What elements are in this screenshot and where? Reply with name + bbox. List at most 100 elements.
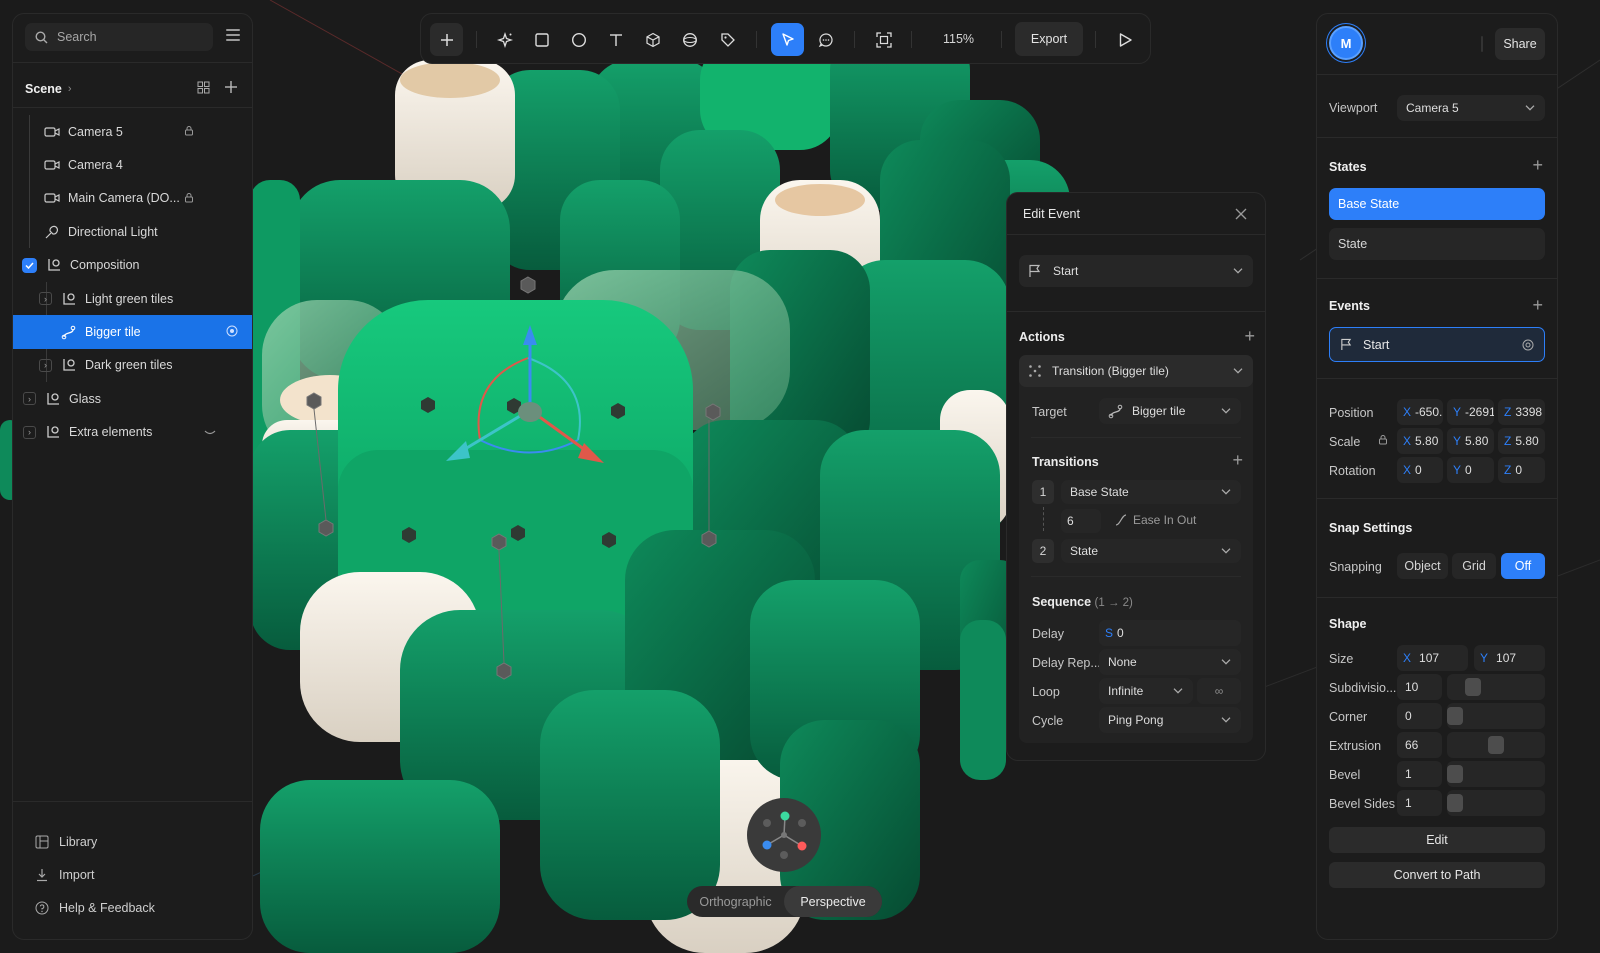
share-button[interactable]: Share [1495,28,1545,60]
menu-icon[interactable] [226,29,240,41]
bevel-slider[interactable] [1447,761,1545,787]
tree-item-bigger-tile[interactable]: Bigger tile [13,315,252,349]
state-state[interactable]: State [1329,228,1545,260]
slider-knob[interactable] [1465,678,1481,696]
transition-state-select[interactable]: Base State [1061,480,1241,504]
tree-item-camera-5[interactable]: Camera 5 [13,115,252,148]
add-transition-icon[interactable]: + [1232,451,1243,469]
slider-knob[interactable] [1447,794,1463,812]
corner-slider[interactable] [1447,703,1545,729]
position-x-input[interactable]: X -650. [1397,399,1443,425]
tree-item-main-camera[interactable]: Main Camera (DO... [13,182,252,215]
target-icon[interactable] [1522,339,1534,351]
delay-repeat-select[interactable]: None [1099,649,1241,675]
sphere-tool-button[interactable] [673,23,706,56]
viewport-select[interactable]: Camera 5 [1397,95,1545,121]
extrusion-input[interactable]: 66 [1397,732,1442,758]
perspective-option[interactable]: Perspective [784,886,882,917]
tree-item-directional-light[interactable]: Directional Light [13,215,252,248]
loop-count-input[interactable]: ∞ [1197,678,1241,704]
lock-icon[interactable] [184,192,194,206]
add-action-icon[interactable]: + [1244,327,1255,345]
tree-item-extra-elements[interactable]: › Extra elements [13,416,252,449]
tree-item-light-green-tiles[interactable]: › Light green tiles [13,282,252,315]
zoom-level[interactable]: 115% [943,32,974,46]
action-select[interactable]: Transition (Bigger tile) [1019,355,1253,387]
scale-x-input[interactable]: X 5.80 [1397,428,1443,454]
bevel-sides-input[interactable]: 1 [1397,790,1442,816]
snap-object-button[interactable]: Object [1397,553,1448,579]
trigger-select[interactable]: Start [1019,255,1253,287]
frame-tool-button[interactable] [867,23,900,56]
edit-button[interactable]: Edit [1329,827,1545,853]
ellipse-tool-button[interactable] [562,23,595,56]
scale-z-input[interactable]: Z 5.80 [1498,428,1545,454]
slider-knob[interactable] [1488,736,1504,754]
snap-off-button[interactable]: Off [1501,553,1545,579]
tag-tool-button[interactable] [711,23,744,56]
target-select[interactable]: Bigger tile [1099,398,1241,424]
convert-to-path-button[interactable]: Convert to Path [1329,862,1545,888]
slider-knob[interactable] [1447,765,1463,783]
subdivisions-slider[interactable] [1447,674,1545,700]
expand-icon[interactable]: › [23,392,36,406]
select-tool-button[interactable] [771,23,804,56]
tree-item-glass[interactable]: › Glass [13,382,252,415]
search-input[interactable]: Search [25,23,213,51]
export-button[interactable]: Export [1015,22,1083,56]
target-icon[interactable] [226,325,238,340]
expand-icon[interactable]: › [23,425,36,439]
corner-input[interactable]: 0 [1397,703,1442,729]
expand-icon[interactable]: › [39,358,52,372]
orientation-gizmo[interactable] [747,798,821,872]
close-icon[interactable] [1235,208,1247,223]
add-event-icon[interactable]: + [1532,296,1543,314]
checkbox-checked[interactable] [22,257,37,273]
subdivisions-input[interactable]: 10 [1397,674,1442,700]
snap-grid-button[interactable]: Grid [1452,553,1496,579]
cube-tool-button[interactable] [636,23,669,56]
position-z-input[interactable]: Z 3398 [1498,399,1545,425]
tree-item-composition[interactable]: Composition [13,249,252,282]
cycle-select[interactable]: Ping Pong [1099,707,1241,733]
position-y-input[interactable]: Y -2691 [1447,399,1494,425]
extrusion-slider[interactable] [1447,732,1545,758]
text-tool-button[interactable] [599,23,632,56]
transition-state-select[interactable]: State [1061,539,1241,563]
comment-tool-button[interactable] [809,23,842,56]
easing-select[interactable]: Ease In Out [1115,513,1196,527]
help-link[interactable]: Help & Feedback [13,892,252,925]
lock-icon[interactable] [1378,434,1388,445]
rectangle-tool-button[interactable] [525,23,558,56]
slider-knob[interactable] [1447,707,1463,725]
event-start[interactable]: Start [1329,327,1545,362]
tree-item-camera-4[interactable]: Camera 4 [13,148,252,181]
add-state-icon[interactable]: + [1532,156,1543,174]
state-base-state[interactable]: Base State [1329,188,1545,220]
duration-input[interactable]: 6 [1061,509,1101,533]
rotation-x-input[interactable]: X0 [1397,457,1443,483]
import-link[interactable]: Import [13,858,252,891]
bevel-input[interactable]: 1 [1397,761,1442,787]
tree-item-dark-green-tiles[interactable]: › Dark green tiles [13,349,252,382]
grid-view-icon[interactable] [197,81,210,94]
play-button[interactable] [1108,23,1141,56]
bevel-sides-slider[interactable] [1447,790,1545,816]
size-y-input[interactable]: Y 107 [1474,645,1545,671]
rotation-z-input[interactable]: Z0 [1498,457,1545,483]
scale-y-input[interactable]: Y 5.80 [1447,428,1494,454]
hidden-eye-icon[interactable] [204,425,216,439]
size-x-input[interactable]: X 107 [1397,645,1468,671]
add-layer-icon[interactable] [224,80,238,94]
orthographic-option[interactable]: Orthographic [687,886,784,917]
lock-icon[interactable] [184,125,194,139]
delay-input[interactable]: S 0 [1099,620,1241,646]
loop-select[interactable]: Infinite [1099,678,1193,704]
add-tool-button[interactable] [430,23,463,56]
rotation-y-input[interactable]: Y0 [1447,457,1494,483]
scene-header[interactable]: Scene › [13,72,252,106]
library-link[interactable]: Library [13,825,252,858]
ai-tool-button[interactable] [488,23,521,56]
expand-icon[interactable]: › [39,292,52,306]
avatar[interactable]: M [1329,26,1363,60]
